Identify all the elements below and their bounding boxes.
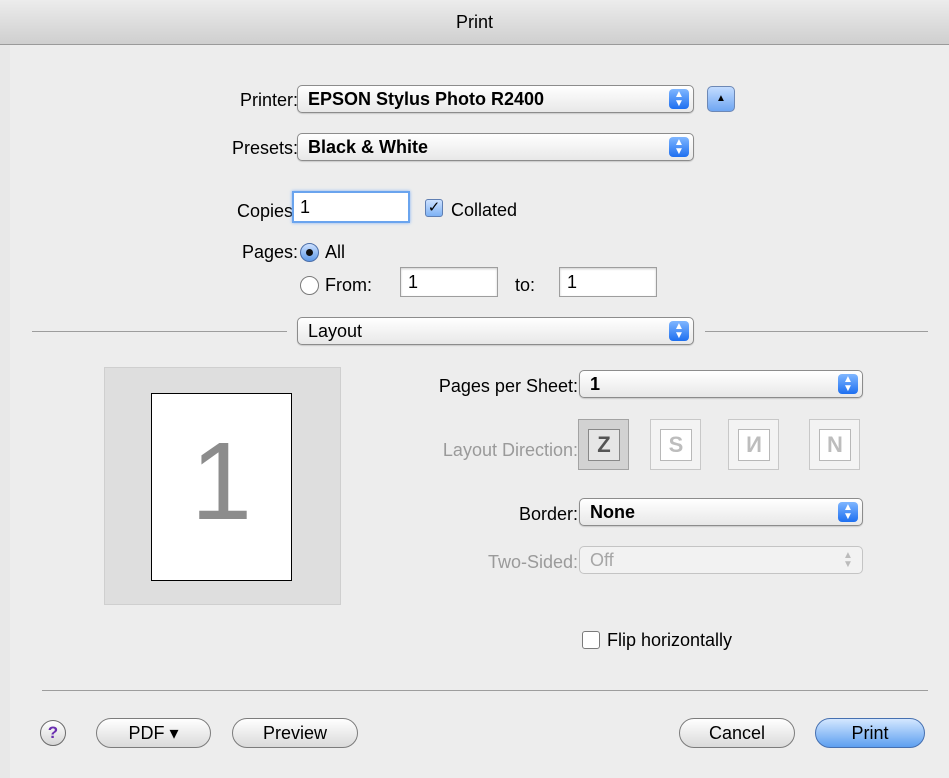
pdf-menu-button[interactable]: PDF ▾: [96, 718, 211, 748]
pages-all-label: All: [325, 242, 346, 262]
pages-per-sheet-value: 1: [590, 374, 601, 394]
preview-button[interactable]: Preview: [232, 718, 358, 748]
popup-arrows-icon: ▲ ▼: [669, 321, 689, 341]
pages-from-value: 1: [408, 272, 419, 292]
pages-to-label: to:: [515, 275, 536, 295]
pages-to-field[interactable]: 1: [559, 267, 657, 297]
two-sided-value: Off: [590, 550, 614, 570]
border-label: Border:: [518, 504, 578, 524]
print-button[interactable]: Print: [815, 718, 925, 748]
page-preview: 1: [104, 367, 341, 605]
pages-label: Pages:: [241, 242, 298, 262]
popup-arrows-icon: ▲ ▼: [669, 89, 689, 109]
pages-all-radio[interactable]: [300, 243, 319, 262]
n-top-bottom-icon: И: [738, 429, 770, 461]
direction-button-3[interactable]: И: [728, 419, 779, 470]
z-right-left-icon: S: [660, 429, 692, 461]
preview-page-number: 1: [190, 420, 253, 543]
triangle-up-icon: ▲: [716, 93, 726, 104]
n-reverse-icon: N: [819, 429, 851, 461]
layout-direction-label: Layout Direction:: [442, 440, 578, 460]
presets-label: Presets:: [231, 138, 298, 158]
flip-horizontally-label: Flip horizontally: [607, 630, 733, 650]
popup-arrows-icon: ▲ ▼: [838, 502, 858, 522]
cancel-button[interactable]: Cancel: [679, 718, 795, 748]
printer-popup[interactable]: EPSON Stylus Photo R2400 ▲ ▼: [297, 85, 694, 113]
copies-value: 1: [300, 197, 311, 217]
collated-label: Collated: [451, 200, 518, 220]
printer-value: EPSON Stylus Photo R2400: [308, 89, 545, 109]
separator-right: [705, 331, 928, 332]
presets-value: Black & White: [308, 137, 429, 157]
border-value: None: [590, 502, 635, 522]
separator-left: [32, 331, 287, 332]
popup-arrows-icon: ▲ ▼: [669, 137, 689, 157]
window-title: Print: [455, 12, 493, 32]
direction-button-4[interactable]: N: [809, 419, 860, 470]
window-titlebar: Print: [0, 0, 949, 45]
copies-label: Copies:: [236, 201, 298, 221]
print-dialog: Printer: EPSON Stylus Photo R2400 ▲ ▼ ▲ P…: [10, 45, 949, 778]
pages-from-radio[interactable]: [300, 276, 319, 295]
two-sided-popup[interactable]: Off ▲ ▼: [579, 546, 863, 574]
flip-horizontally-checkbox[interactable]: [582, 631, 600, 649]
footer-separator: [42, 690, 928, 691]
z-left-right-icon: Z: [588, 429, 620, 461]
pages-from-field[interactable]: 1: [400, 267, 498, 297]
disclosure-triangle-button[interactable]: ▲: [707, 86, 735, 112]
two-sided-label: Two-Sided:: [487, 552, 578, 572]
popup-arrows-icon: ▲ ▼: [838, 374, 858, 394]
collated-checkbox[interactable]: ✓: [425, 199, 443, 217]
section-popup-value: Layout: [308, 321, 363, 341]
help-button[interactable]: ?: [40, 720, 66, 746]
direction-button-2[interactable]: S: [650, 419, 701, 470]
pages-to-value: 1: [567, 272, 578, 292]
printer-label: Printer:: [239, 90, 298, 110]
preview-sheet: 1: [151, 393, 292, 581]
pages-per-sheet-popup[interactable]: 1 ▲ ▼: [579, 370, 863, 398]
presets-popup[interactable]: Black & White ▲ ▼: [297, 133, 694, 161]
border-popup[interactable]: None ▲ ▼: [579, 498, 863, 526]
pages-per-sheet-label: Pages per Sheet:: [438, 376, 578, 396]
popup-arrows-icon: ▲ ▼: [843, 550, 853, 570]
section-popup[interactable]: Layout ▲ ▼: [297, 317, 694, 345]
pages-from-label: From:: [325, 275, 372, 295]
copies-field[interactable]: 1: [292, 191, 410, 223]
direction-button-1[interactable]: Z: [578, 419, 629, 470]
